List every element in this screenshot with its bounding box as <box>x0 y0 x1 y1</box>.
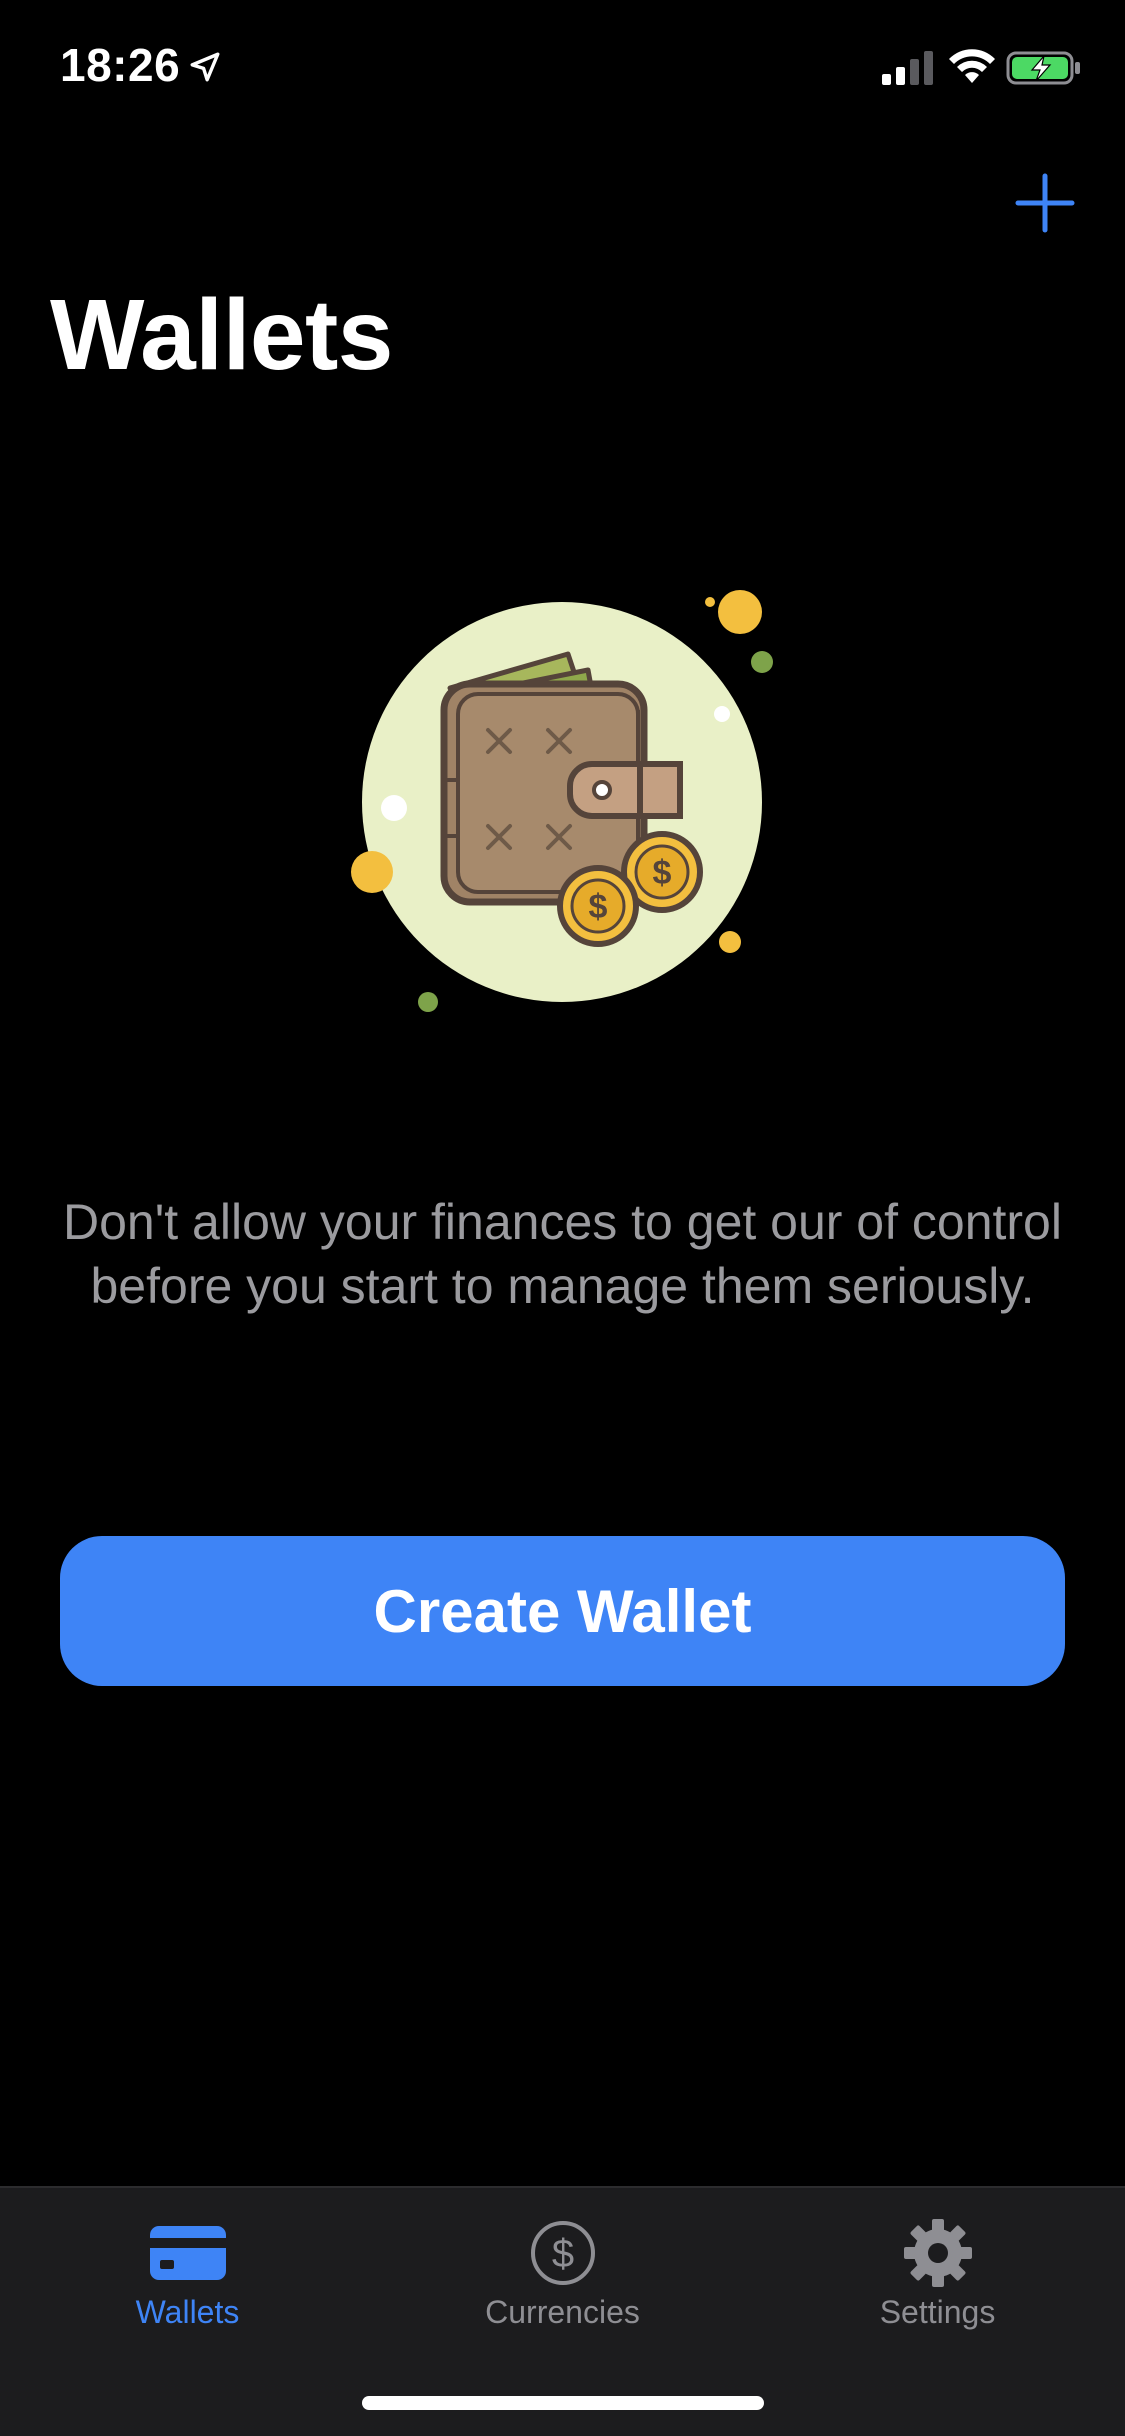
create-wallet-button[interactable]: Create Wallet <box>60 1536 1065 1686</box>
wallets-screen: 18:26 Wallets $ $ Don't allow your finan… <box>0 0 1125 2436</box>
svg-text:$: $ <box>551 2232 573 2276</box>
gear-icon <box>903 2219 972 2287</box>
tab-label-wallets: Wallets <box>135 2294 240 2330</box>
status-time: 18:26 <box>60 39 181 91</box>
svg-text:$: $ <box>653 854 672 892</box>
home-indicator <box>362 2396 764 2410</box>
tab-settings[interactable]: Settings <box>750 2188 1125 2368</box>
card-icon <box>149 2226 226 2280</box>
svg-text:$: $ <box>589 888 608 926</box>
tab-currencies[interactable]: $ Currencies <box>375 2188 750 2368</box>
battery-charging-icon <box>1006 51 1080 85</box>
plus-icon <box>1015 173 1075 233</box>
wallet-illustration: $ $ <box>351 590 773 1012</box>
add-wallet-button[interactable] <box>1010 168 1080 238</box>
tab-label-currencies: Currencies <box>485 2294 640 2330</box>
empty-state-message: Don't allow your finances to get our of … <box>63 1194 1062 1314</box>
tab-wallets[interactable]: Wallets <box>0 2188 375 2368</box>
location-arrow-icon <box>190 52 220 82</box>
page-title: Wallets <box>50 279 393 391</box>
wifi-icon <box>949 49 995 83</box>
tab-label-settings: Settings <box>879 2294 996 2330</box>
dollar-circle-icon: $ <box>530 2221 595 2285</box>
cellular-signal-icon <box>882 51 933 85</box>
